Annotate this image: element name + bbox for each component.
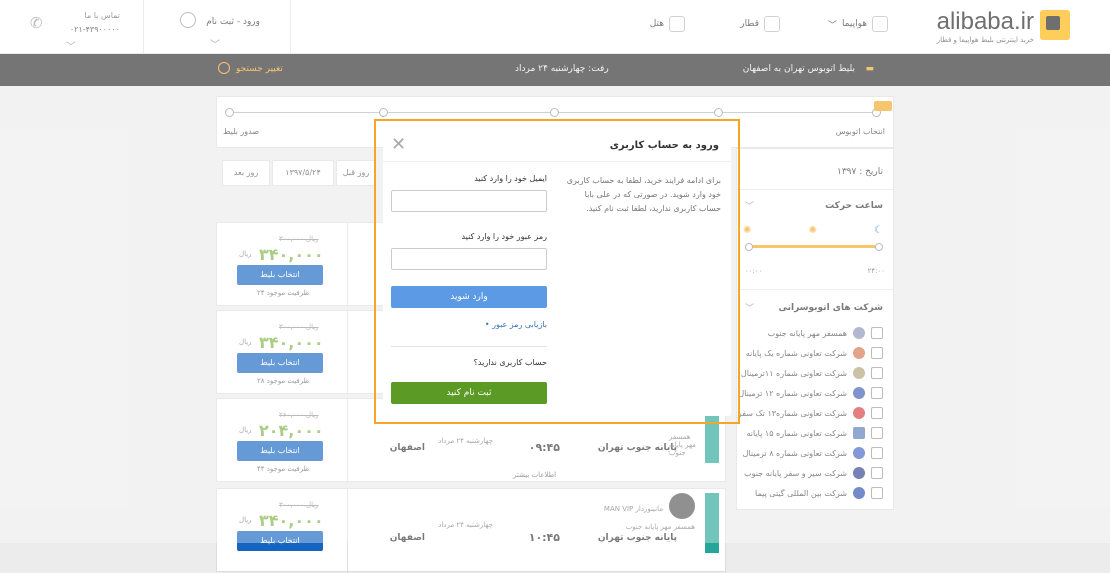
modal-header: ورود به حساب کاربری ✕ bbox=[383, 128, 731, 162]
divider bbox=[391, 346, 547, 347]
no-account-label: حساب کاربری ندارید؟ bbox=[473, 358, 547, 367]
modal-title: ورود به حساب کاربری bbox=[609, 140, 719, 151]
email-label: ایمیل خود را وارد کنید bbox=[474, 174, 547, 183]
close-icon[interactable]: ✕ bbox=[391, 134, 406, 155]
password-label: رمز عبور خود را وارد کنید bbox=[461, 232, 547, 241]
password-field[interactable] bbox=[391, 248, 547, 270]
register-button[interactable]: ثبت نام کنید bbox=[391, 382, 547, 404]
login-form: ایمیل خود را وارد کنید رمز عبور خود را و… bbox=[391, 162, 547, 416]
login-modal: ورود به حساب کاربری ✕ برای ادامه فرایند … bbox=[383, 128, 731, 416]
login-button[interactable]: وارد شوید bbox=[391, 286, 547, 308]
forgot-password-link[interactable]: • بازیابی رمز عبور bbox=[485, 320, 547, 329]
login-info-text: برای ادامه فرایند خرید، لطفا به حساب کار… bbox=[566, 176, 721, 213]
email-field[interactable] bbox=[391, 190, 547, 212]
